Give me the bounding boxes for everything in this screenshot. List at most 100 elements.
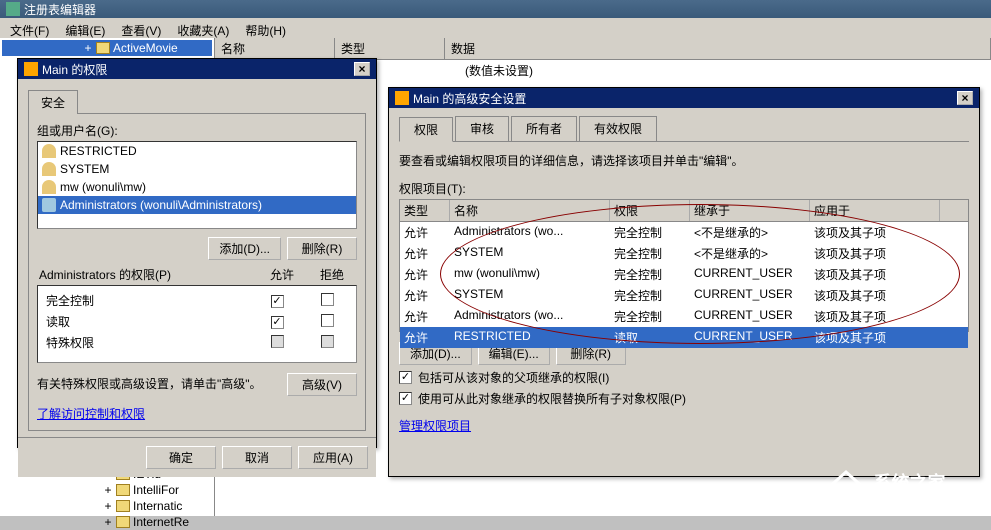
groups-list[interactable]: RESTRICTED SYSTEM mw (wonuli\mw) Administra…: [37, 141, 357, 229]
deny-checkbox[interactable]: [321, 293, 334, 306]
cancel-button[interactable]: 取消: [222, 446, 292, 469]
row-apply: 该项及其子项: [810, 328, 940, 347]
dialog-titlebar[interactable]: Main 的高级安全设置 ×: [389, 88, 979, 108]
ok-button[interactable]: 确定: [146, 446, 216, 469]
group-item[interactable]: RESTRICTED: [38, 142, 356, 160]
user-icon: [42, 144, 56, 158]
group-name: SYSTEM: [60, 162, 109, 176]
perm-name: 特殊权限: [42, 332, 252, 353]
perm-list-header: 类型 名称 权限 继承于 应用于: [399, 199, 969, 222]
expand-icon[interactable]: +: [82, 41, 94, 55]
col-perm[interactable]: 权限: [610, 200, 690, 221]
row-type: 允许: [400, 328, 450, 347]
perm-row[interactable]: 允许 Administrators (wo... 完全控制 <不是继承的> 该项…: [400, 222, 968, 243]
folder-icon: [96, 42, 110, 54]
tab-audit[interactable]: 审核: [455, 116, 509, 141]
tree-item[interactable]: +IntelliFor: [2, 482, 212, 498]
expand-icon[interactable]: +: [102, 499, 114, 513]
row-name: RESTRICTED: [450, 328, 610, 347]
tab-permissions[interactable]: 权限: [399, 117, 453, 142]
close-icon[interactable]: ×: [354, 62, 370, 76]
folder-icon: [116, 516, 130, 528]
row-inherit: CURRENT_USER: [690, 328, 810, 347]
col-name[interactable]: 名称: [450, 200, 610, 221]
acl-link[interactable]: 了解访问控制和权限: [37, 405, 357, 422]
permissions-box: 完全控制 读取 特殊权限: [37, 285, 357, 363]
tree-label: Internatic: [133, 499, 182, 513]
deny-checkbox[interactable]: [321, 335, 334, 348]
manage-link[interactable]: 管理权限项目: [399, 417, 969, 434]
special-note: 有关特殊权限或高级设置，请单击"高级"。: [37, 375, 287, 393]
dialog-title-text: Main 的权限: [42, 61, 107, 78]
perm-items-label: 权限项目(T):: [399, 180, 969, 197]
col-name[interactable]: 名称: [215, 38, 335, 59]
col-type[interactable]: 类型: [400, 200, 450, 221]
group-item[interactable]: Administrators (wonuli\Administrators): [38, 196, 356, 214]
row-type: 允许: [400, 244, 450, 263]
house-icon: [826, 470, 866, 506]
perm-items-list[interactable]: 允许 Administrators (wo... 完全控制 <不是继承的> 该项…: [399, 222, 969, 332]
menubar[interactable]: 文件(F) 编辑(E) 查看(V) 收藏夹(A) 帮助(H): [0, 18, 991, 38]
group-item[interactable]: mw (wonuli\mw): [38, 178, 356, 196]
expand-icon[interactable]: +: [102, 515, 114, 529]
tab-owner[interactable]: 所有者: [511, 116, 577, 141]
perm-row[interactable]: 允许 SYSTEM 完全控制 <不是继承的> 该项及其子项: [400, 243, 968, 264]
menu-help[interactable]: 帮助(H): [239, 20, 292, 36]
advanced-button[interactable]: 高级(V): [287, 373, 357, 396]
tab-security[interactable]: 安全: [28, 90, 78, 114]
row-type: 允许: [400, 265, 450, 284]
expand-icon[interactable]: +: [102, 483, 114, 497]
allow-checkbox[interactable]: [271, 335, 284, 348]
perm-row[interactable]: 允许 mw (wonuli\mw) 完全控制 CURRENT_USER 该项及其…: [400, 264, 968, 285]
dialog-titlebar[interactable]: Main 的权限 ×: [18, 59, 376, 79]
menu-file[interactable]: 文件(F): [4, 20, 55, 36]
tree-label: ActiveMovie: [113, 41, 178, 55]
replace-label: 使用可从此对象继承的权限替换所有子对象权限(P): [418, 390, 686, 407]
col-inherit[interactable]: 继承于: [690, 200, 810, 221]
row-perm: 完全控制: [610, 286, 690, 305]
perm-row[interactable]: 允许 RESTRICTED 读取 CURRENT_USER 该项及其子项: [400, 327, 968, 348]
close-icon[interactable]: ×: [957, 91, 973, 105]
permissions-dialog: Main 的权限 × 安全 组或用户名(G): RESTRICTED SYSTEM…: [17, 58, 377, 448]
apply-button[interactable]: 应用(A): [298, 446, 368, 469]
menu-view[interactable]: 查看(V): [115, 20, 167, 36]
row-apply: 该项及其子项: [810, 244, 940, 263]
instruction-text: 要查看或编辑权限项目的详细信息，请选择该项目并单击"编辑"。: [399, 152, 969, 170]
col-data[interactable]: 数据: [445, 38, 991, 59]
inherit-label: 包括可从该对象的父项继承的权限(I): [418, 369, 609, 386]
tree-item[interactable]: +InternetRe: [2, 514, 212, 530]
tree-item[interactable]: + ActiveMovie: [2, 40, 212, 56]
tree-item[interactable]: + Internatic: [2, 498, 212, 514]
wm-url: XITONGZHIJIA.NET: [874, 495, 982, 506]
menu-edit[interactable]: 编辑(E): [59, 20, 111, 36]
row-apply: 该项及其子项: [810, 223, 940, 242]
allow-checkbox[interactable]: [271, 295, 284, 308]
allow-checkbox[interactable]: [271, 316, 284, 329]
row-inherit: CURRENT_USER: [690, 265, 810, 284]
wm-title: 系统之家: [874, 469, 982, 495]
col-apply[interactable]: 应用于: [810, 200, 940, 221]
dialog-icon: [24, 62, 38, 76]
group-name: Administrators (wonuli\Administrators): [60, 198, 262, 212]
row-inherit: CURRENT_USER: [690, 307, 810, 326]
deny-checkbox[interactable]: [321, 314, 334, 327]
menu-favorites[interactable]: 收藏夹(A): [171, 20, 235, 36]
add-button[interactable]: 添加(D)...: [208, 237, 281, 260]
row-inherit: CURRENT_USER: [690, 286, 810, 305]
row-inherit: <不是继承的>: [690, 244, 810, 263]
row-perm: 完全控制: [610, 223, 690, 242]
row-perm: 读取: [610, 328, 690, 347]
perm-row[interactable]: 允许 SYSTEM 完全控制 CURRENT_USER 该项及其子项: [400, 285, 968, 306]
main-titlebar: 注册表编辑器: [0, 0, 991, 18]
perm-row[interactable]: 允许 Administrators (wo... 完全控制 CURRENT_US…: [400, 306, 968, 327]
folder-icon: [116, 484, 130, 496]
advanced-security-dialog: Main 的高级安全设置 × 权限 审核 所有者 有效权限 要查看或编辑权限项目…: [388, 87, 980, 477]
inherit-checkbox[interactable]: [399, 371, 412, 384]
group-item[interactable]: SYSTEM: [38, 160, 356, 178]
col-type[interactable]: 类型: [335, 38, 445, 59]
replace-checkbox[interactable]: [399, 392, 412, 405]
app-title: 注册表编辑器: [24, 1, 96, 18]
remove-button[interactable]: 删除(R): [287, 237, 357, 260]
tab-effective[interactable]: 有效权限: [579, 116, 657, 141]
groups-label: 组或用户名(G):: [37, 122, 357, 139]
